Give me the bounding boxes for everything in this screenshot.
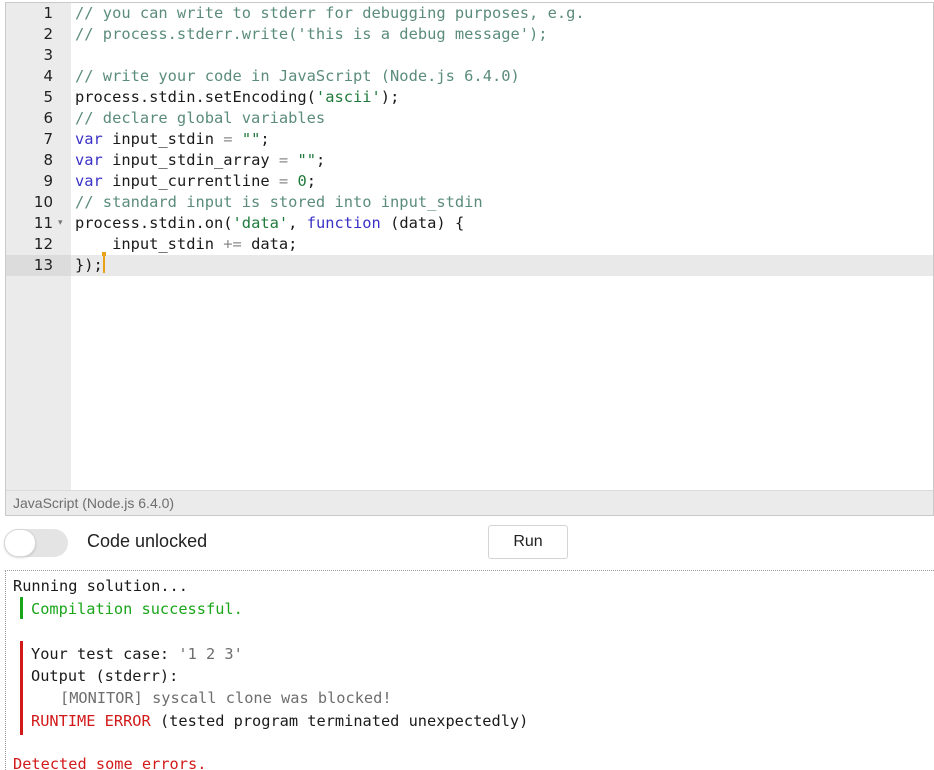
code-lock-toggle[interactable]: [4, 529, 68, 557]
runtime-error-detail: (tested program terminated unexpectedly): [150, 712, 529, 730]
monitor-message: [MONITOR] syscall clone was blocked!: [60, 689, 392, 707]
line-number: 1: [43, 4, 53, 22]
line-text[interactable]: process.stdin.setEncoding('ascii');: [75, 87, 399, 108]
line-text[interactable]: // declare global variables: [75, 108, 325, 129]
runtime-error-label: RUNTIME ERROR: [31, 712, 151, 730]
line-number: 12: [33, 235, 53, 253]
line-text[interactable]: // you can write to stderr for debugging…: [75, 3, 585, 24]
code-line[interactable]: 5 process.stdin.setEncoding('ascii');: [6, 87, 933, 108]
line-number: 3: [43, 46, 53, 64]
code-token-string: 'ascii': [315, 88, 381, 106]
code-line[interactable]: 9 var input_currentline = 0;: [6, 171, 933, 192]
line-text[interactable]: });: [75, 252, 106, 276]
code-line[interactable]: 10 // standard input is stored into input…: [6, 192, 933, 213]
code-line[interactable]: 1 // you can write to stderr for debuggin…: [6, 3, 933, 24]
code-token-op: =: [223, 130, 233, 148]
line-number: 8: [43, 151, 53, 169]
detected-errors: Detected some errors.: [13, 755, 207, 770]
line-text[interactable]: // standard input is stored into input_s…: [75, 192, 483, 213]
code-token-keyword: var: [75, 151, 103, 169]
code-token-comment: // standard input is stored into input_s…: [75, 193, 483, 211]
code-token-comment: // you can write to stderr for debugging…: [75, 4, 585, 22]
running-status: Running solution...: [13, 577, 188, 595]
error-bar: [20, 641, 23, 735]
line-text[interactable]: process.stdin.on('data', function (data)…: [75, 213, 464, 234]
line-number: 7: [43, 130, 53, 148]
code-token-string: 'data': [232, 214, 289, 232]
code-lock-toggle-label: Code unlocked: [87, 531, 208, 551]
code-token-number: 0: [297, 172, 307, 190]
line-text[interactable]: var input_stdin_array = "";: [75, 150, 325, 171]
code-token-plain: process.stdin.setEncoding(: [75, 88, 316, 106]
code-token-plain: process.stdin.on(: [75, 214, 233, 232]
line-text[interactable]: input_stdin += data;: [75, 234, 297, 255]
code-token-keyword: var: [75, 130, 103, 148]
test-case-value: '1 2 3': [178, 645, 243, 663]
fold-arrow-icon[interactable]: ▾: [58, 213, 68, 234]
code-token-plain: ,: [288, 214, 307, 232]
code-token-plain: ;: [306, 172, 316, 190]
code-token-plain: input_stdin: [75, 235, 224, 253]
code-line[interactable]: 8 var input_stdin_array = "";: [6, 150, 933, 171]
code-token-plain: input_stdin: [102, 130, 224, 148]
line-number: 9: [43, 172, 53, 190]
line-number: 10: [33, 193, 53, 211]
line-number: 5: [43, 88, 53, 106]
code-line[interactable]: 3: [6, 45, 933, 66]
output-label: Output (stderr):: [31, 667, 179, 685]
test-case-label: Your test case:: [31, 645, 179, 663]
line-text[interactable]: // process.stderr.write('this is a debug…: [75, 24, 548, 45]
code-token-op: +=: [223, 235, 242, 253]
line-text[interactable]: // write your code in JavaScript (Node.j…: [75, 66, 520, 87]
code-line[interactable]: 13});: [6, 252, 933, 276]
run-button[interactable]: Run: [488, 525, 568, 559]
toggle-knob[interactable]: [4, 529, 36, 557]
code-line[interactable]: 11 ▾ process.stdin.on('data', function (da…: [6, 213, 933, 234]
output-console: Running solution... Compilation successf…: [5, 570, 934, 770]
code-line[interactable]: 6 // declare global variables: [6, 108, 933, 129]
code-line[interactable]: 4 // write your code in JavaScript (Node.…: [6, 66, 933, 87]
code-token-plain: ;: [260, 130, 270, 148]
text-cursor: [101, 252, 106, 273]
line-number: 2: [43, 25, 53, 43]
code-token-keyword: function: [306, 214, 381, 232]
code-token-string: "": [241, 130, 261, 148]
code-editor[interactable]: 1 // you can write to stderr for debuggin…: [5, 2, 934, 516]
code-token-comment: // write your code in JavaScript (Node.j…: [75, 67, 520, 85]
language-label: JavaScript (Node.js 6.4.0): [6, 490, 933, 515]
code-token-op: =: [278, 151, 289, 169]
code-token-string: "": [297, 151, 316, 169]
code-token-comment: // declare global variables: [75, 109, 326, 127]
code-token-plain: input_currentline: [102, 172, 279, 190]
code-line[interactable]: 12 input_stdin += data;: [6, 234, 933, 255]
code-token-plain: });: [75, 256, 103, 274]
test-case-line: Your test case: '1 2 3': [31, 643, 243, 665]
line-number: 13: [6, 255, 71, 276]
code-token-plain: );: [380, 88, 400, 106]
runtime-error-line: RUNTIME ERROR (tested program terminated…: [31, 710, 528, 732]
code-token-plain: input_stdin_array: [102, 151, 279, 169]
code-line[interactable]: 2 // process.stderr.write('this is a debu…: [6, 24, 933, 45]
code-line[interactable]: 7 var input_stdin = "";: [6, 129, 933, 150]
code-lines[interactable]: 1 // you can write to stderr for debuggin…: [6, 3, 933, 276]
code-token-keyword: var: [75, 172, 103, 190]
code-token-plain: (data) {: [380, 214, 465, 232]
code-token-plain: data;: [241, 235, 298, 253]
line-number: 4: [43, 67, 53, 85]
line-text[interactable]: var input_stdin = "";: [75, 129, 270, 150]
line-number: 6: [43, 109, 53, 127]
success-bar: [20, 597, 23, 619]
code-token-plain: ;: [315, 151, 326, 169]
compilation-status: Compilation successful.: [31, 600, 243, 618]
code-token-op: =: [278, 172, 289, 190]
line-text[interactable]: var input_currentline = 0;: [75, 171, 316, 192]
code-token-comment: // process.stderr.write('this is a debug…: [75, 25, 548, 43]
